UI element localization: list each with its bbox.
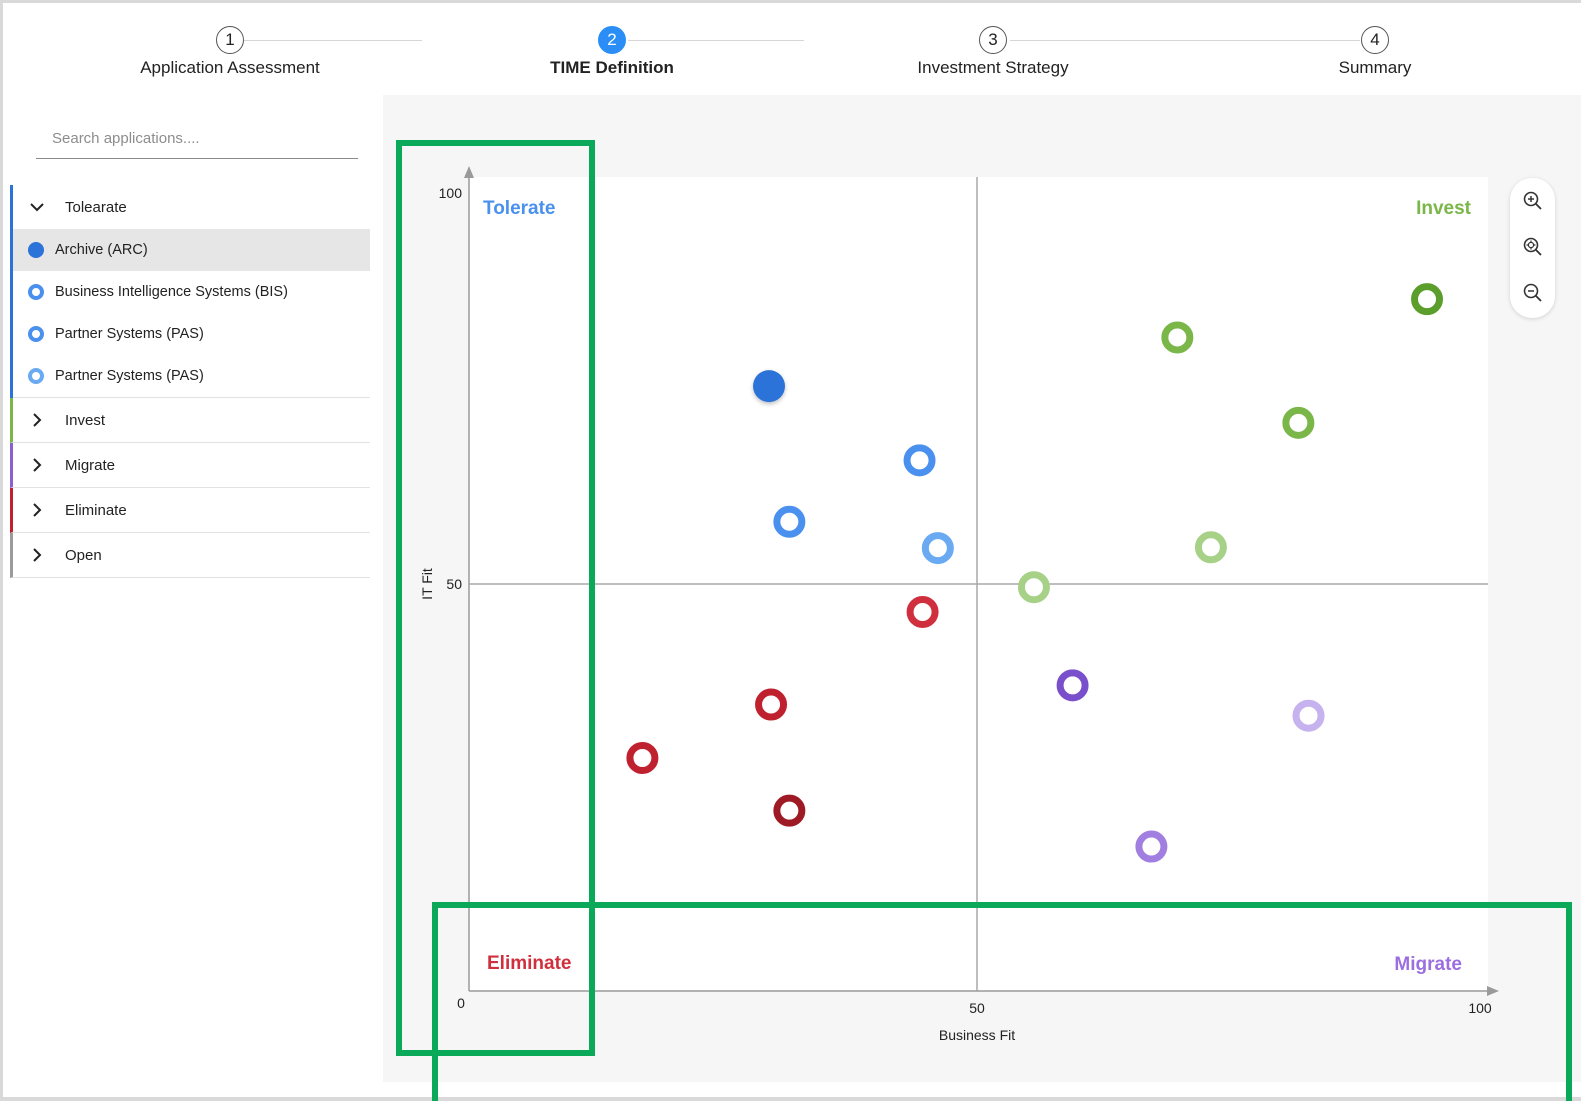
data-point-eliminate[interactable] bbox=[906, 595, 939, 628]
data-point-eliminate[interactable] bbox=[626, 741, 659, 774]
data-point-migrate[interactable] bbox=[1135, 830, 1168, 863]
data-point-invest[interactable] bbox=[1411, 283, 1444, 316]
data-point-invest[interactable] bbox=[1161, 321, 1194, 354]
zoom-out-icon bbox=[1523, 283, 1542, 302]
data-point-eliminate[interactable] bbox=[773, 794, 806, 827]
data-point-migrate[interactable] bbox=[1292, 699, 1325, 732]
zoom-reset-icon bbox=[1523, 237, 1542, 256]
data-point-tolerate[interactable] bbox=[753, 370, 786, 403]
data-point-tolerate[interactable] bbox=[903, 444, 936, 477]
data-point-eliminate[interactable] bbox=[755, 688, 788, 721]
zoom-out-button[interactable] bbox=[1510, 270, 1555, 316]
data-point-tolerate[interactable] bbox=[773, 505, 806, 538]
data-point-invest[interactable] bbox=[1282, 406, 1315, 439]
highlight-box-bottom bbox=[432, 902, 1572, 1101]
zoom-in-icon bbox=[1523, 191, 1542, 210]
data-point-invest[interactable] bbox=[1194, 531, 1227, 564]
zoom-toolbar bbox=[1510, 178, 1555, 318]
data-point-invest[interactable] bbox=[1017, 571, 1050, 604]
zoom-reset-button[interactable] bbox=[1510, 224, 1555, 270]
zoom-in-button[interactable] bbox=[1510, 178, 1555, 224]
data-point-migrate[interactable] bbox=[1056, 669, 1089, 702]
quadrant-label-invest: Invest bbox=[1416, 198, 1472, 219]
data-point-tolerate[interactable] bbox=[921, 532, 954, 565]
